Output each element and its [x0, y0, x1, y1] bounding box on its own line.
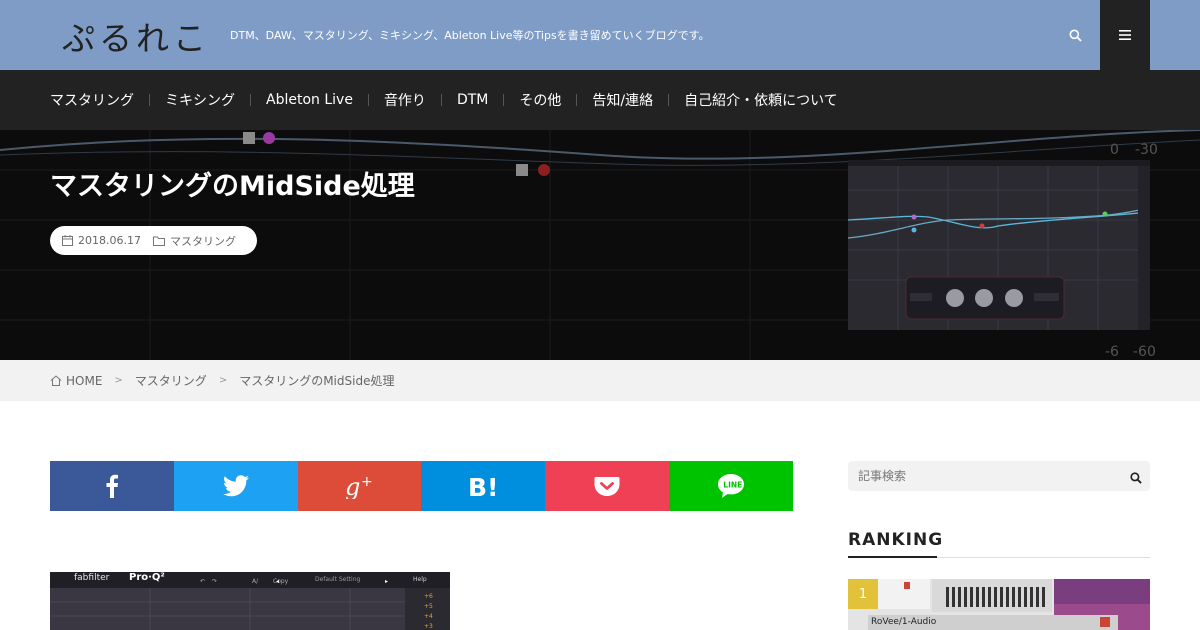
- svg-text:-60: -60: [1133, 344, 1156, 360]
- calendar-icon: [62, 235, 73, 246]
- svg-text:+6: +6: [424, 593, 433, 600]
- nav-item-other[interactable]: その他: [488, 90, 561, 110]
- eq-plugin-screenshot: [848, 160, 1150, 330]
- chevron-right-icon: >: [218, 375, 228, 386]
- svg-text:-6: -6: [1105, 344, 1119, 360]
- nav-item-dtm[interactable]: DTM: [426, 92, 488, 108]
- share-pocket-button[interactable]: [545, 461, 670, 511]
- svg-text:-30: -30: [1135, 142, 1158, 158]
- nav-item-mastering[interactable]: マスタリング: [50, 90, 134, 110]
- nav-item-about[interactable]: 自己紹介・依頼について: [653, 90, 838, 110]
- header-search-button[interactable]: [1060, 20, 1090, 50]
- article-image-product: Pro·Q²: [129, 572, 165, 583]
- breadcrumb-home-label: HOME: [66, 373, 103, 388]
- breadcrumb: HOME > マスタリング > マスタリングのMidSide処理: [0, 360, 1200, 401]
- chevron-right-icon: >: [114, 375, 123, 386]
- post-thumbnail: [848, 160, 1150, 330]
- nav-item-mixing[interactable]: ミキシング: [134, 90, 235, 110]
- home-icon: [50, 375, 62, 386]
- facebook-icon: [106, 474, 118, 498]
- share-buttons: g + B! LINE: [50, 461, 793, 511]
- svg-text:LINE: LINE: [723, 481, 742, 490]
- post-hero: 0 -30 -6 -60 マスタリングのMidSide処理 2018.06.17 マ…: [0, 130, 1200, 360]
- article-image-brand: fabfilter: [74, 573, 110, 583]
- site-logo[interactable]: ぷるれこ: [62, 12, 210, 60]
- pocket-icon: [594, 477, 620, 496]
- share-hatena-bookmark-button[interactable]: B!: [421, 461, 546, 511]
- svg-text:A/: A/: [252, 578, 259, 585]
- breadcrumb-current: マスタリングのMidSide処理: [239, 374, 395, 388]
- nav-item-sound-design[interactable]: 音作り: [353, 90, 426, 110]
- post-category-link[interactable]: マスタリング: [170, 233, 236, 249]
- post-title: マスタリングのMidSide処理: [50, 171, 415, 202]
- hamburger-menu-button[interactable]: [1100, 0, 1150, 70]
- google-plus-icon: g +: [345, 473, 373, 499]
- post-date: 2018.06.17: [78, 234, 141, 247]
- svg-text:◂: ◂: [276, 578, 279, 585]
- breadcrumb-home-link[interactable]: HOME: [50, 374, 102, 388]
- svg-text:↷: ↷: [212, 578, 217, 585]
- svg-text:+5: +5: [424, 603, 433, 610]
- line-icon: LINE: [718, 474, 745, 498]
- article-image-preset: Default Setting: [315, 576, 361, 583]
- sidebar-search: [848, 461, 1150, 491]
- svg-text:0: 0: [1110, 142, 1119, 158]
- search-icon: [1069, 29, 1082, 42]
- share-google-plus-button[interactable]: g +: [297, 461, 422, 511]
- breadcrumb-category-link[interactable]: マスタリング: [135, 372, 207, 389]
- svg-text:↶: ↶: [200, 578, 205, 585]
- ranking-heading: RANKING: [848, 530, 944, 550]
- twitter-icon: [222, 475, 249, 497]
- ranking-number-badge: 1: [848, 579, 878, 609]
- ranking-heading-underline: [848, 556, 937, 558]
- sidebar-search-button[interactable]: [1130, 469, 1142, 488]
- svg-text:g: g: [345, 473, 360, 499]
- hatena-bookmark-icon: B!: [468, 473, 498, 499]
- svg-text:B!: B!: [468, 473, 498, 499]
- nav-item-announcements[interactable]: 告知/連絡: [561, 90, 653, 110]
- search-icon: [1130, 472, 1142, 484]
- global-nav: マスタリング ミキシング Ableton Live 音作り DTM その他 告知…: [0, 70, 1200, 130]
- ranking-item-caption: RoVee/1-Audio: [871, 617, 937, 627]
- hamburger-menu-icon: [1119, 30, 1131, 40]
- sidebar-search-input[interactable]: [848, 461, 1118, 491]
- svg-text:+: +: [361, 474, 373, 490]
- share-line-button[interactable]: LINE: [669, 461, 793, 511]
- svg-text:+3: +3: [424, 623, 433, 630]
- svg-text:▸: ▸: [385, 578, 388, 585]
- post-meta: 2018.06.17 マスタリング: [50, 226, 257, 255]
- folder-icon: [152, 236, 165, 246]
- share-twitter-button[interactable]: [173, 461, 298, 511]
- svg-text:+4: +4: [424, 613, 433, 620]
- site-header: ぷるれこ DTM、DAW、マスタリング、ミキシング、Ableton Live等の…: [0, 0, 1200, 70]
- share-facebook-button[interactable]: [50, 461, 174, 511]
- article-image-help: Help: [413, 576, 427, 583]
- site-tagline: DTM、DAW、マスタリング、ミキシング、Ableton Live等のTipsを…: [230, 29, 710, 42]
- nav-item-ableton-live[interactable]: Ableton Live: [235, 92, 353, 108]
- ranking-item[interactable]: 1 RoVee/1-Audio: [848, 579, 1150, 630]
- article-image-proq2: +6 +5 +4 +3 A/ Copy ↶ ↷ ◂ ▸ fabfilter Pr…: [50, 572, 450, 630]
